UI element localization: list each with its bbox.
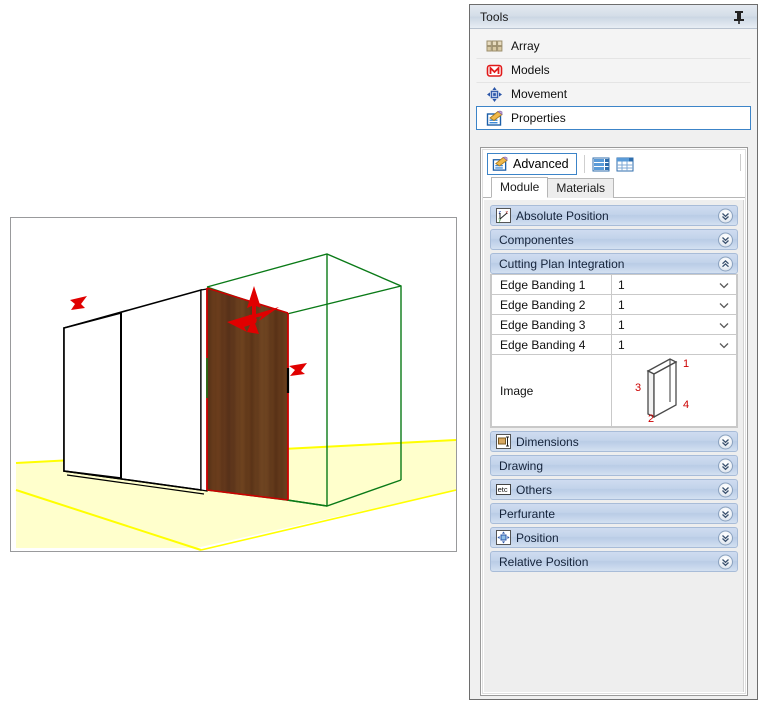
tab-materials-label: Materials — [556, 181, 606, 195]
svg-text:etc: etc — [498, 485, 508, 494]
section-label: Cutting Plan Integration — [499, 256, 625, 271]
chevron-down-icon[interactable] — [718, 208, 733, 223]
chevron-down-icon[interactable] — [718, 482, 733, 497]
section-label: Dimensions — [516, 434, 579, 449]
section-label: Absolute Position — [516, 208, 609, 223]
section-componentes[interactable]: Componentes — [490, 229, 738, 250]
section-label: Drawing — [499, 458, 544, 473]
movement-arrows-icon — [486, 86, 503, 103]
tab-materials[interactable]: Materials — [547, 178, 615, 198]
section-drawing[interactable]: Drawing — [490, 455, 738, 476]
section-label: Perfurante — [499, 506, 556, 521]
section-others[interactable]: etc Others — [490, 479, 738, 500]
edge-banding-diagram-cell: 1 2 3 4 — [611, 354, 737, 427]
tool-item-label: Movement — [511, 87, 568, 101]
properties-doc-icon — [492, 156, 508, 172]
array-grid-icon — [486, 38, 503, 55]
tab-module[interactable]: Module — [491, 177, 549, 198]
tool-item-movement[interactable]: Movement — [476, 82, 751, 106]
chevron-down-icon — [719, 278, 729, 292]
section-position[interactable]: Position — [490, 527, 738, 548]
chevron-down-icon[interactable] — [718, 458, 733, 473]
edge-banding-1-select[interactable]: 1 — [612, 275, 736, 294]
edge-banding-4-label: Edge Banding 4 — [491, 334, 612, 355]
tool-item-models[interactable]: Models — [476, 58, 751, 82]
section-absolute-position[interactable]: z x y Absolute Position — [490, 205, 738, 226]
tab-module-label: Module — [500, 180, 540, 194]
edge-banding-diagram: 1 2 3 4 — [635, 358, 689, 425]
tool-item-label: Properties — [511, 111, 566, 125]
scroll-divider — [743, 200, 744, 692]
table-row: Image 1 2 3 4 — [491, 354, 737, 427]
toolbar-end-divider — [740, 154, 741, 171]
3d-scene — [15, 253, 456, 551]
section-relative-position[interactable]: Relative Position — [490, 551, 738, 572]
table-view-icon[interactable] — [616, 156, 634, 173]
panel-title: Tools — [480, 9, 509, 24]
tools-panel: Tools Array Models Movement Properties A… — [469, 4, 758, 700]
edge-number-2: 2 — [648, 413, 654, 423]
edge-banding-3-select[interactable]: 1 — [612, 315, 736, 334]
cabinet-wireframe — [63, 288, 208, 495]
section-label: Position — [516, 530, 559, 545]
advanced-toolbar: Advanced — [483, 150, 745, 176]
pin-icon[interactable] — [733, 10, 745, 24]
section-perfurante[interactable]: Perfurante — [490, 503, 738, 524]
cutting-plan-body: Edge Banding 1 1 Edge Banding 2 1 Edge B… — [490, 274, 738, 428]
edge-banding-4-select[interactable]: 1 — [612, 335, 736, 354]
edge-banding-1-label: Edge Banding 1 — [491, 274, 612, 295]
chevron-down-icon[interactable] — [718, 554, 733, 569]
table-row: Edge Banding 3 1 — [491, 314, 737, 335]
models-m-icon — [486, 62, 503, 79]
edge-banding-3-value: 1 — [618, 317, 625, 332]
dimensions-icon — [496, 434, 511, 449]
chevron-down-icon — [719, 318, 729, 332]
chevron-down-icon[interactable] — [718, 506, 733, 521]
edge-banding-table: Edge Banding 1 1 Edge Banding 2 1 Edge B… — [491, 274, 737, 427]
section-cutting-plan-integration[interactable]: Cutting Plan Integration — [490, 253, 738, 274]
chevron-down-icon — [719, 338, 729, 352]
edge-number-3: 3 — [635, 382, 641, 394]
edge-banding-1-value: 1 — [618, 277, 625, 292]
section-label: Relative Position — [499, 554, 589, 569]
table-row: Edge Banding 2 1 — [491, 294, 737, 315]
3d-viewport[interactable] — [10, 217, 457, 552]
edge-banding-2-value: 1 — [618, 297, 625, 312]
chevron-down-icon[interactable] — [718, 232, 733, 247]
edge-banding-4-value: 1 — [618, 337, 625, 352]
etc-icon: etc — [496, 482, 511, 497]
chevron-down-icon[interactable] — [718, 530, 733, 545]
properties-frame: Advanced Module Materials y Absolute Pos… — [480, 147, 748, 696]
tool-item-properties[interactable]: Properties — [476, 106, 751, 130]
axis-position-icon: z x y — [496, 208, 511, 224]
tool-item-label: Array — [511, 39, 540, 53]
properties-accordion: z x y Absolute Position — [484, 200, 744, 692]
edge-number-1: 1 — [683, 358, 689, 370]
tool-list: Array Models Movement Properties — [470, 29, 757, 130]
properties-doc-icon — [486, 110, 503, 127]
edge-banding-2-select[interactable]: 1 — [612, 295, 736, 314]
section-label: Componentes — [499, 232, 574, 247]
tab-advanced-label: Advanced — [513, 156, 569, 171]
table-row: Edge Banding 4 1 — [491, 334, 737, 355]
image-label: Image — [491, 354, 612, 427]
list-view-icon[interactable] — [592, 156, 610, 173]
chevron-up-icon[interactable] — [718, 256, 733, 271]
edge-banding-2-label: Edge Banding 2 — [491, 294, 612, 315]
table-row: Edge Banding 1 1 — [491, 274, 737, 295]
tab-advanced[interactable]: Advanced — [487, 153, 577, 175]
position-icon — [496, 530, 511, 545]
chevron-down-icon[interactable] — [718, 434, 733, 449]
edge-number-4: 4 — [683, 399, 689, 411]
tool-item-array[interactable]: Array — [476, 34, 751, 58]
edge-banding-3-label: Edge Banding 3 — [491, 314, 612, 335]
toolbar-divider — [583, 155, 585, 173]
tool-item-label: Models — [511, 63, 550, 77]
panel-titlebar: Tools — [470, 5, 757, 29]
chevron-down-icon — [719, 298, 729, 312]
section-dimensions[interactable]: Dimensions — [490, 431, 738, 452]
section-label: Others — [516, 482, 553, 497]
module-tabstrip: Module Materials — [483, 176, 745, 198]
